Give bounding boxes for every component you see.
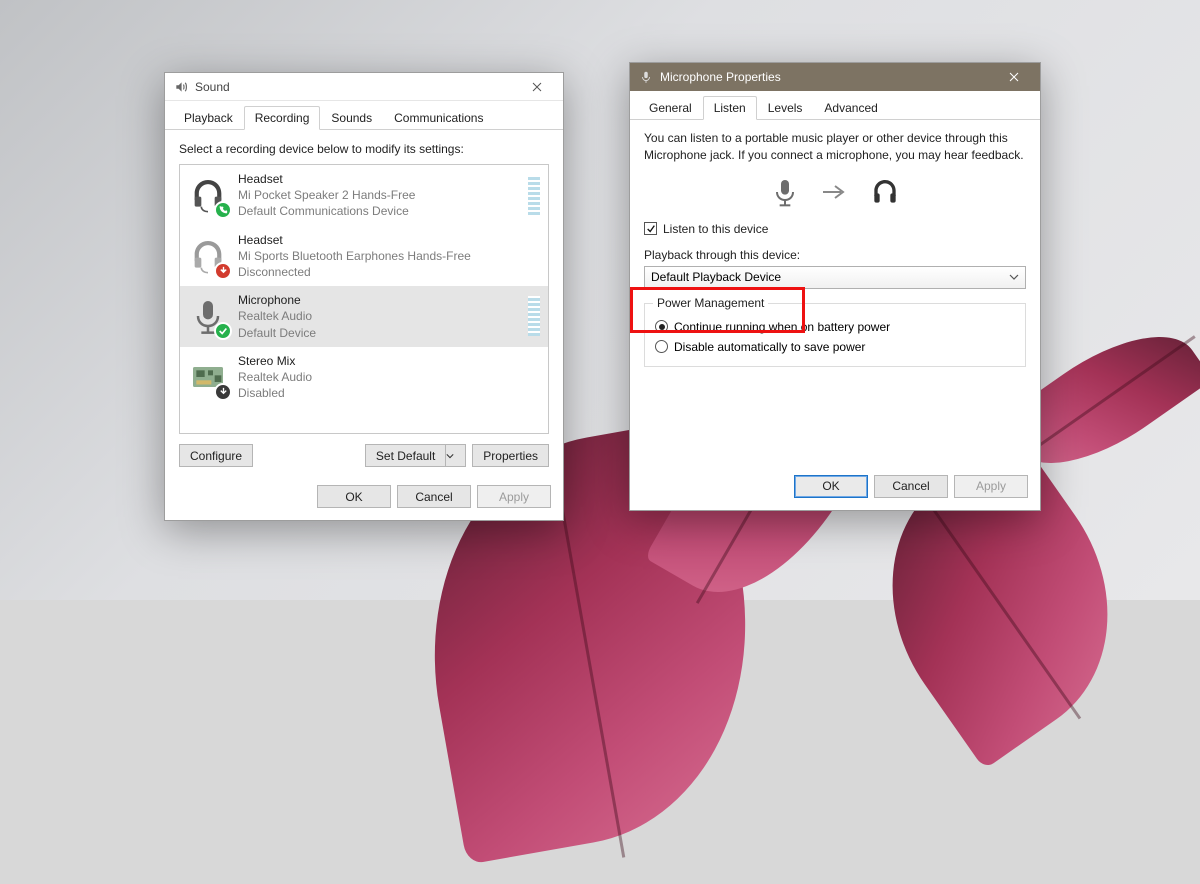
chevron-down-icon <box>1009 272 1019 282</box>
tab-communications[interactable]: Communications <box>383 106 494 130</box>
window-title: Sound <box>195 80 517 94</box>
device-name: Headset <box>238 232 540 248</box>
tab-listen[interactable]: Listen <box>703 96 757 120</box>
radio-label: Disable automatically to save power <box>674 340 865 354</box>
configure-button[interactable]: Configure <box>179 444 253 467</box>
device-subtext: Mi Sports Bluetooth Earphones Hands-Free <box>238 248 540 264</box>
down-badge-icon <box>214 383 232 401</box>
device-item-headset2[interactable]: Headset Mi Sports Bluetooth Earphones Ha… <box>180 226 548 287</box>
device-name: Microphone <box>238 292 518 308</box>
info-text: You can listen to a portable music playe… <box>644 130 1026 164</box>
down-badge-icon <box>214 262 232 280</box>
annotation-highlight <box>630 287 805 333</box>
ok-button[interactable]: OK <box>794 475 868 498</box>
ok-button[interactable]: OK <box>317 485 391 508</box>
listen-checkbox-label: Listen to this device <box>663 222 768 236</box>
chip-icon <box>188 357 228 397</box>
apply-button[interactable]: Apply <box>477 485 551 508</box>
tab-levels[interactable]: Levels <box>757 96 814 120</box>
properties-button[interactable]: Properties <box>472 444 549 467</box>
device-item-stereomix[interactable]: Stereo Mix Realtek Audio Disabled <box>180 347 548 408</box>
sound-dialog: Sound Playback Recording Sounds Communic… <box>164 72 564 521</box>
tab-playback[interactable]: Playback <box>173 106 244 130</box>
close-button[interactable] <box>994 63 1034 91</box>
level-meter <box>528 175 540 215</box>
checkbox-icon <box>644 222 657 235</box>
set-default-splitbutton[interactable]: Set Default <box>365 444 466 467</box>
close-icon <box>532 82 542 92</box>
sound-icon <box>173 79 189 95</box>
level-meter <box>528 296 540 336</box>
device-status: Disabled <box>238 385 540 401</box>
radio-icon <box>655 340 668 353</box>
diagram <box>644 176 1026 208</box>
device-subtext: Mi Pocket Speaker 2 Hands-Free <box>238 187 518 203</box>
tab-recording[interactable]: Recording <box>244 106 321 130</box>
tab-sounds[interactable]: Sounds <box>320 106 383 130</box>
chevron-down-icon <box>446 452 454 460</box>
device-name: Headset <box>238 171 518 187</box>
device-subtext: Realtek Audio <box>238 308 518 324</box>
microphone-icon <box>188 296 228 336</box>
check-badge-icon <box>214 322 232 340</box>
set-default-dropdown[interactable] <box>446 444 466 467</box>
playback-device-select[interactable]: Default Playback Device <box>644 266 1026 289</box>
device-status: Default Communications Device <box>238 203 518 219</box>
device-item-microphone[interactable]: Microphone Realtek Audio Default Device <box>180 286 548 347</box>
tabstrip: General Listen Levels Advanced <box>630 91 1040 120</box>
phone-badge-icon <box>214 201 232 219</box>
titlebar[interactable]: Microphone Properties <box>630 63 1040 91</box>
close-button[interactable] <box>517 73 557 100</box>
headset-icon <box>188 175 228 215</box>
device-item-headset1[interactable]: Headset Mi Pocket Speaker 2 Hands-Free D… <box>180 165 548 226</box>
titlebar[interactable]: Sound <box>165 73 563 101</box>
radio-disable-auto[interactable]: Disable automatically to save power <box>655 340 1015 354</box>
device-status: Disconnected <box>238 264 540 280</box>
tab-advanced[interactable]: Advanced <box>813 96 888 120</box>
device-status: Default Device <box>238 325 518 341</box>
device-list[interactable]: Headset Mi Pocket Speaker 2 Hands-Free D… <box>179 164 549 434</box>
apply-button[interactable]: Apply <box>954 475 1028 498</box>
microphone-icon <box>769 176 801 208</box>
microphone-properties-dialog: Microphone Properties General Listen Lev… <box>629 62 1041 511</box>
instruction-text: Select a recording device below to modif… <box>179 142 549 156</box>
listen-checkbox[interactable]: Listen to this device <box>644 222 1026 236</box>
playback-device-value: Default Playback Device <box>651 270 781 284</box>
headphones-icon <box>869 176 901 208</box>
device-subtext: Realtek Audio <box>238 369 540 385</box>
headset-icon <box>188 236 228 276</box>
microphone-icon <box>638 69 654 85</box>
set-default-button[interactable]: Set Default <box>365 444 446 467</box>
tabstrip: Playback Recording Sounds Communications <box>165 101 563 130</box>
close-icon <box>1009 72 1019 82</box>
device-name: Stereo Mix <box>238 353 540 369</box>
tab-general[interactable]: General <box>638 96 703 120</box>
cancel-button[interactable]: Cancel <box>874 475 948 498</box>
window-title: Microphone Properties <box>660 70 994 84</box>
cancel-button[interactable]: Cancel <box>397 485 471 508</box>
playback-label: Playback through this device: <box>644 248 1026 262</box>
arrow-right-icon <box>821 184 849 200</box>
